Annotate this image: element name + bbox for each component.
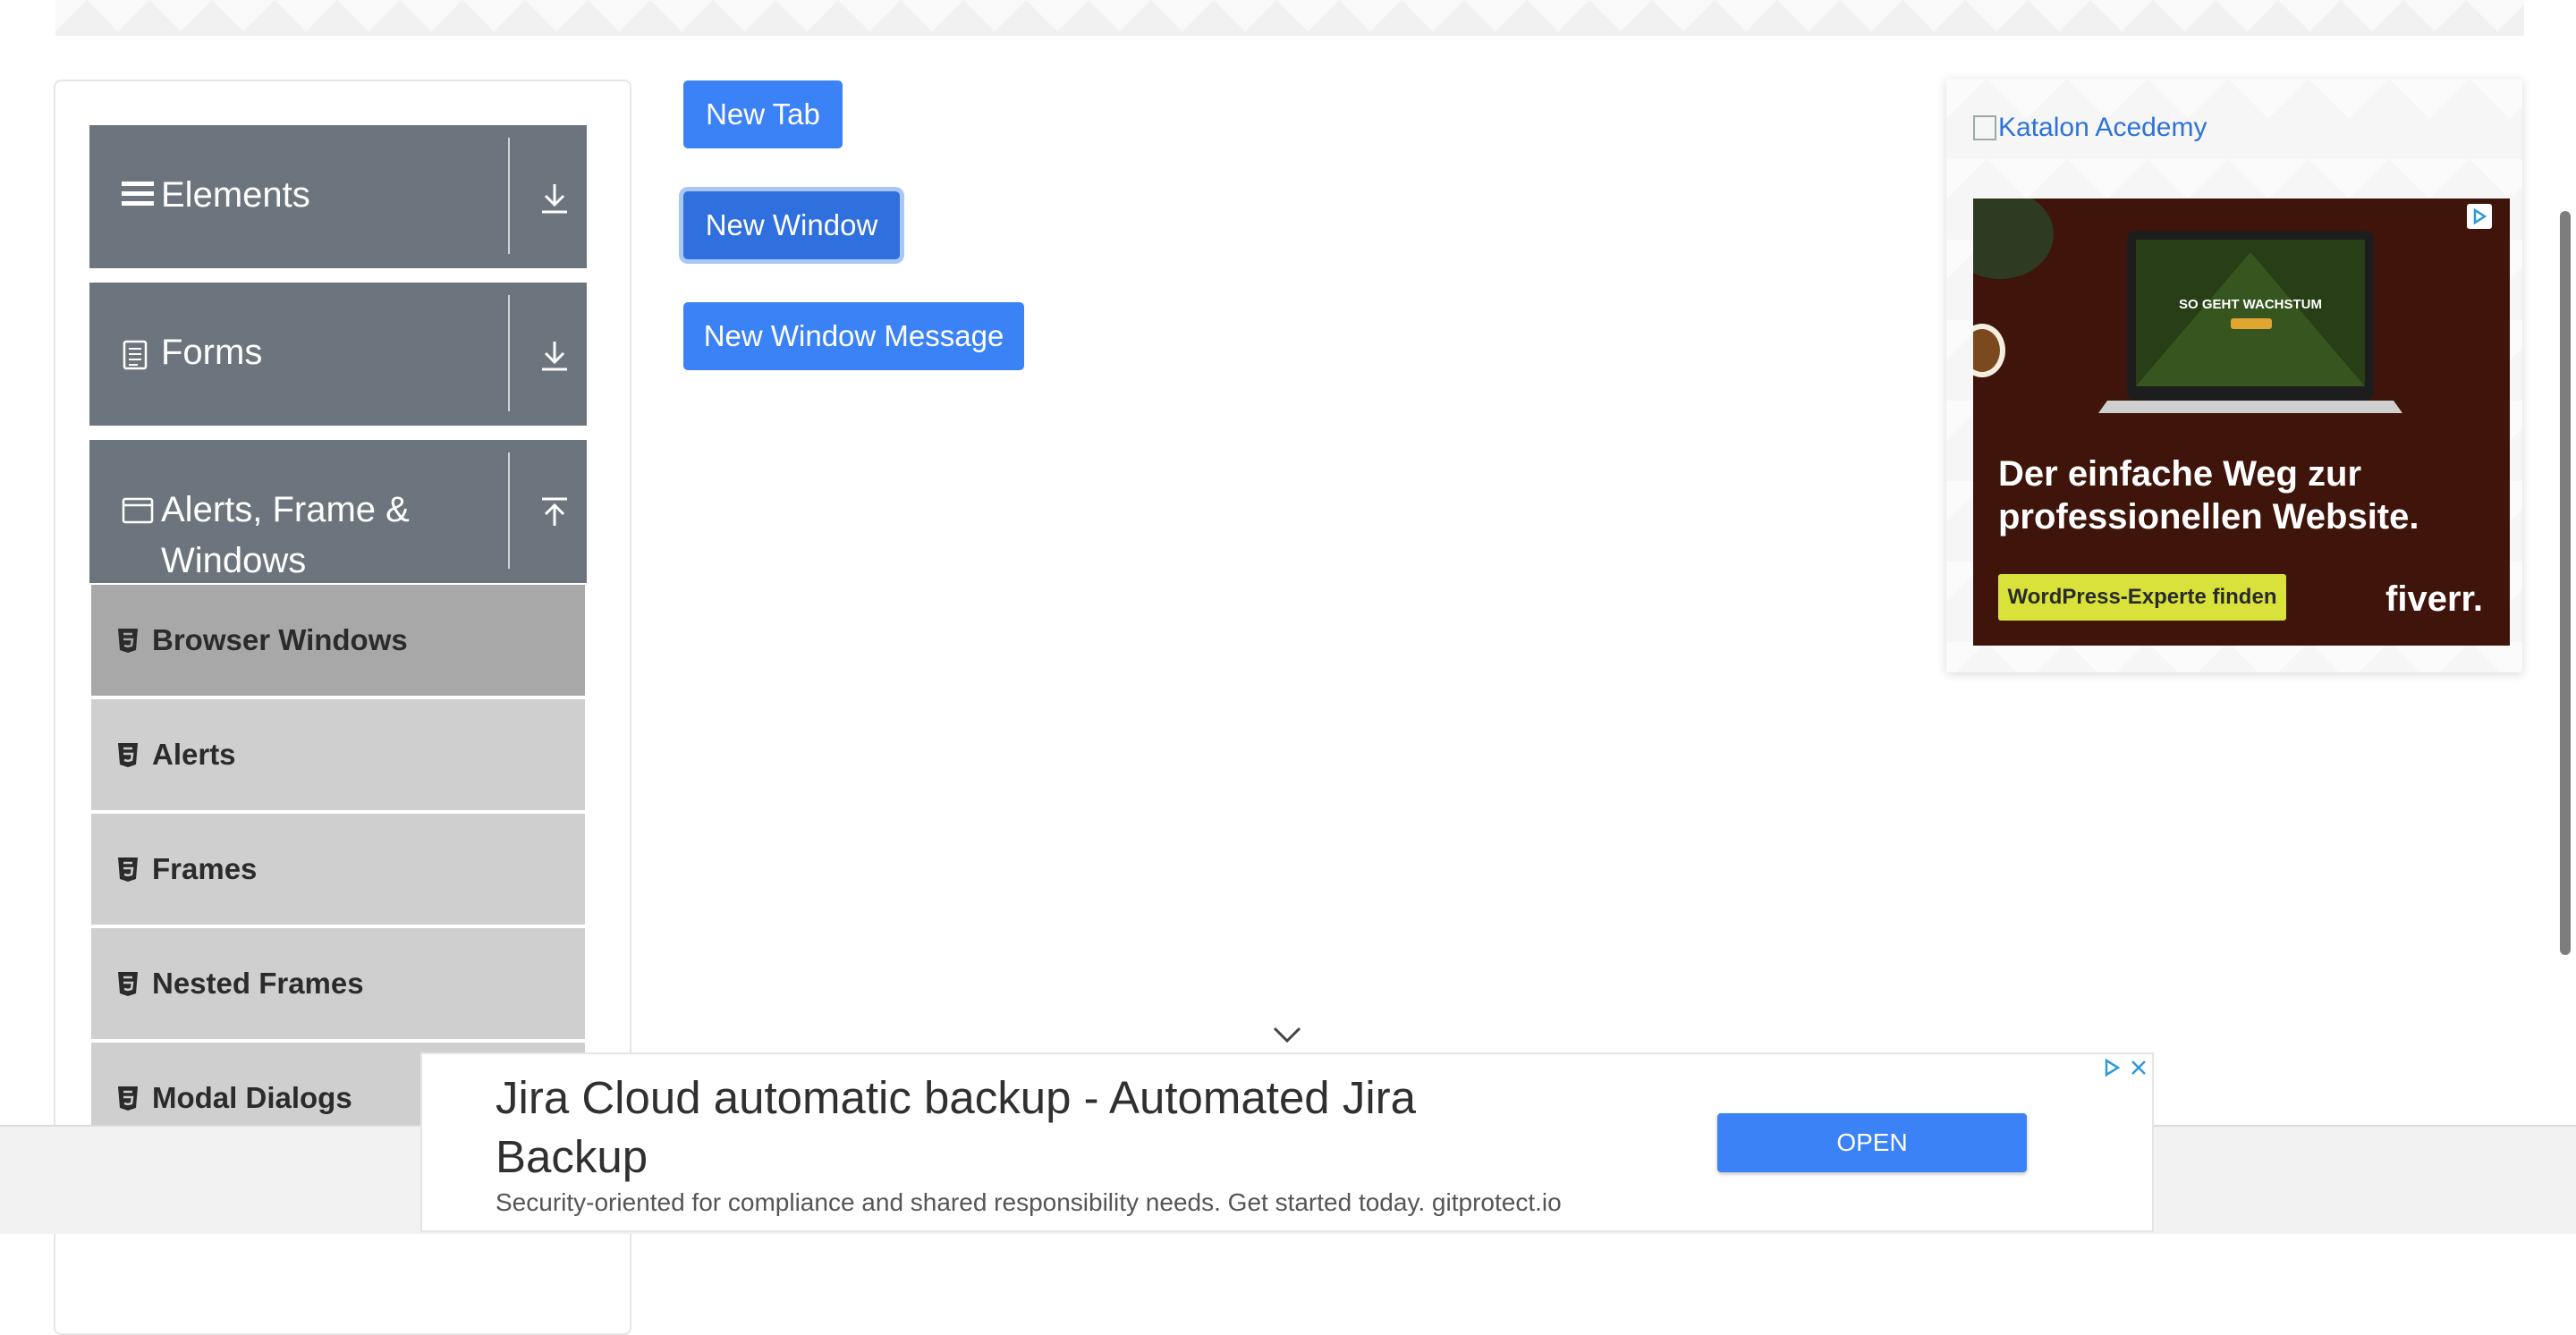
side-ad: Katalon Acedemy SO GEHT WACHSTUM Der ein… (1946, 79, 2522, 672)
group-forms-header[interactable]: Forms (89, 283, 587, 426)
menu-item-nested-frames[interactable]: Nested Frames (91, 928, 585, 1039)
menu-item-alerts[interactable]: Alerts (91, 699, 585, 810)
scrollbar-thumb[interactable] (2560, 211, 2571, 955)
menu-item-label: Frames (152, 852, 258, 885)
download-icon[interactable] (537, 338, 572, 374)
group-elements-header[interactable]: Elements (89, 125, 587, 268)
download-icon[interactable] (537, 181, 572, 216)
group-forms-label: Forms (161, 333, 263, 372)
group-elements-label: Elements (161, 175, 310, 215)
menu-item-label: Modal Dialogs (152, 1081, 352, 1114)
ad-creative[interactable]: SO GEHT WACHSTUM Der einfache Weg zur pr… (1973, 199, 2510, 646)
html5-icon (118, 972, 138, 996)
new-window-button[interactable]: New Window (683, 191, 900, 259)
bottom-ad-description: Security-oriented for compliance and sha… (496, 1188, 1562, 1216)
top-banner (55, 0, 2524, 36)
header-divider (508, 452, 510, 569)
ad-headline: Der einfache Weg zur professionellen Web… (1998, 454, 2419, 537)
window-icon (122, 497, 154, 524)
bottom-ad-title[interactable]: Jira Cloud automatic backup - Automated … (496, 1069, 1569, 1187)
group-alerts-header[interactable]: Alerts, Frame & Windows (89, 440, 587, 583)
katalon-link-text: Katalon Acedemy (1998, 113, 2207, 142)
hamburger-icon (122, 182, 154, 206)
katalon-academy-link[interactable]: Katalon Acedemy (1973, 113, 2207, 143)
menu-item-label: Nested Frames (152, 967, 364, 1000)
menu-item-frames[interactable]: Frames (91, 814, 585, 925)
new-tab-button[interactable]: New Tab (683, 80, 843, 148)
bottom-ad-banner[interactable]: Jira Cloud automatic backup - Automated … (420, 1052, 2154, 1232)
bottom-ad-open-button[interactable]: OPEN (1717, 1113, 2027, 1172)
laptop-screen-text: SO GEHT WACHSTUM (2179, 297, 2322, 312)
fiverr-logo: fiverr. (2385, 579, 2483, 619)
menu-item-label: Alerts (152, 738, 236, 771)
chevron-down-icon[interactable] (1272, 1025, 1302, 1044)
group-alerts-label-line2: Windows (161, 541, 307, 580)
new-window-message-button[interactable]: New Window Message (683, 302, 1024, 370)
group-alerts-label-line1: Alerts, Frame & (161, 490, 410, 529)
html5-icon (118, 858, 138, 882)
header-divider (508, 295, 510, 411)
document-icon (123, 340, 148, 370)
html5-icon (118, 1086, 138, 1111)
html5-icon (118, 629, 138, 653)
adchoices-icon[interactable] (2467, 204, 2492, 229)
laptop-illustration (1973, 199, 2402, 413)
menu-item-browser-windows[interactable]: Browser Windows (91, 585, 585, 696)
upload-icon[interactable] (537, 495, 572, 531)
html5-icon (118, 743, 138, 767)
menu-item-label: Browser Windows (152, 623, 408, 656)
ad-cta-button[interactable]: WordPress-Experte finden (1998, 574, 2286, 621)
adchoices-icon[interactable] (2098, 1054, 2125, 1081)
close-icon[interactable] (2125, 1054, 2152, 1081)
header-divider (508, 138, 510, 254)
broken-image-icon (1973, 115, 1996, 140)
